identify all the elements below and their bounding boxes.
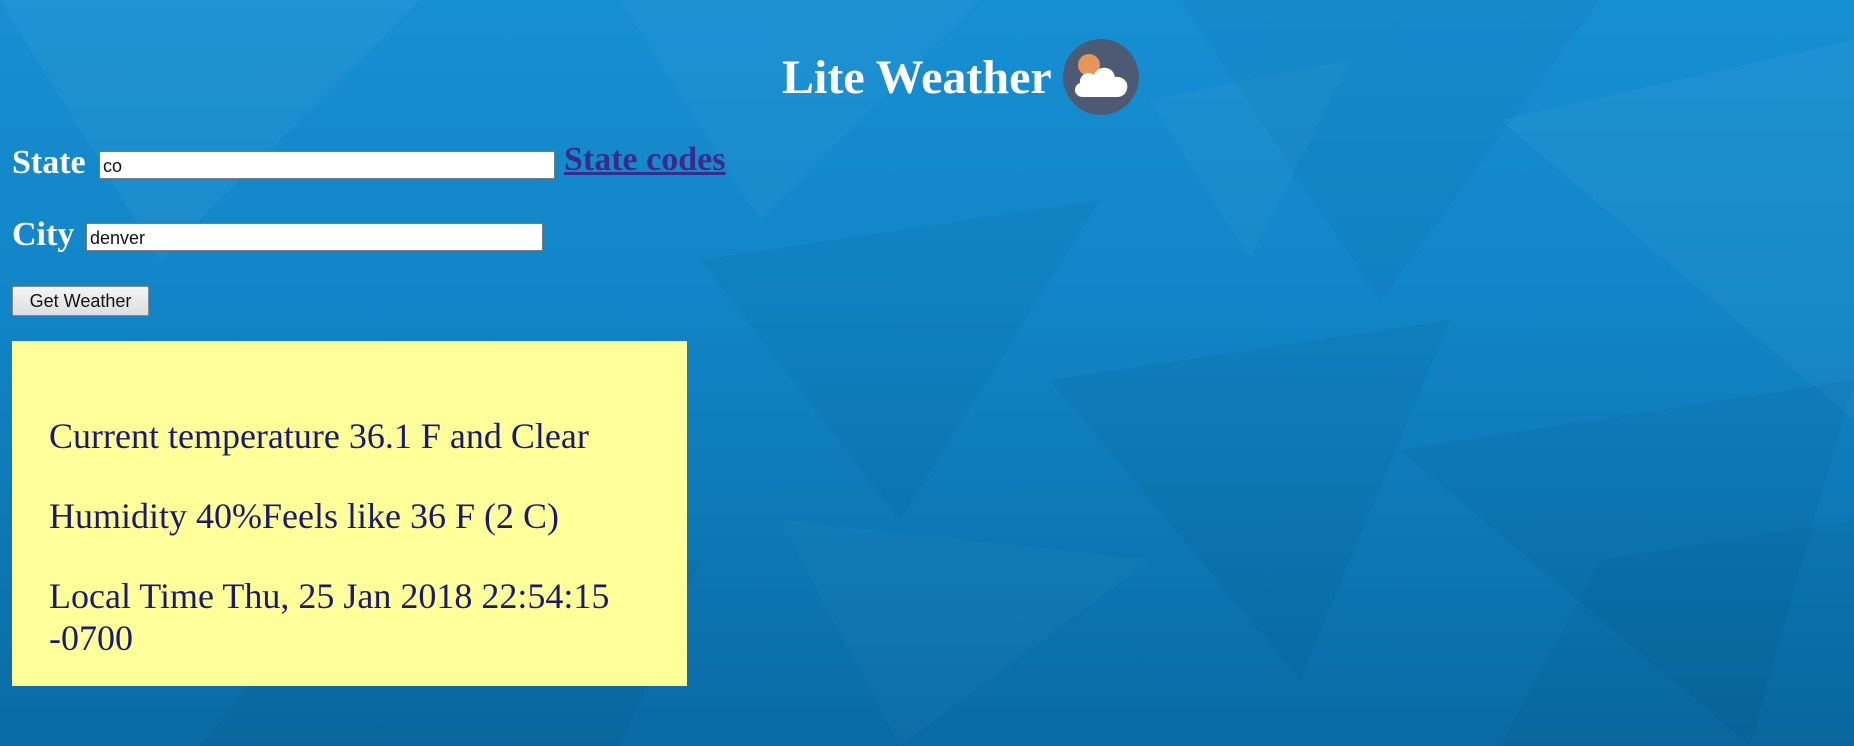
weather-result-panel: Current temperature 36.1 F and Clear Hum… xyxy=(12,341,687,686)
temperature-text: Current temperature 36.1 F and Clear xyxy=(49,416,589,456)
app-title: Lite Weather xyxy=(782,51,1052,104)
app-header: Lite Weather xyxy=(0,18,1854,115)
city-label: City xyxy=(12,216,75,253)
state-label: State xyxy=(12,144,86,181)
state-input[interactable]: co xyxy=(99,151,555,179)
local-time-text: Local Time Thu, 25 Jan 2018 22:54:15 -07… xyxy=(49,576,610,658)
state-codes-link[interactable]: State codes xyxy=(564,143,725,177)
get-weather-button[interactable]: Get Weather xyxy=(12,286,149,316)
humidity-text: Humidity 40%Feels like 36 F (2 C) xyxy=(49,496,559,536)
sun-cloud-icon xyxy=(1063,39,1139,115)
city-input[interactable]: denver xyxy=(86,223,543,251)
